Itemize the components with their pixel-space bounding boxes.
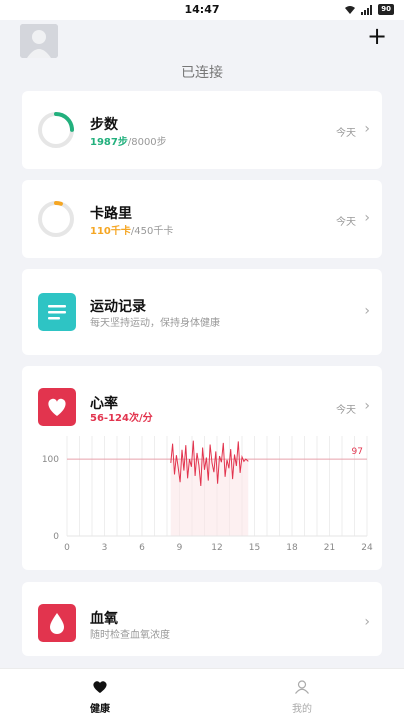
exercise-card[interactable]: 运动记录 每天坚持运动，保持身体健康 › bbox=[22, 269, 382, 355]
nav-label-mine: 我的 bbox=[292, 704, 312, 715]
x-tick-label: 6 bbox=[139, 543, 145, 553]
steps-current: 1987步 bbox=[90, 137, 128, 148]
blood-oxygen-title: 血氧 bbox=[90, 611, 118, 627]
y-tick-label: 0 bbox=[53, 532, 59, 542]
status-bar: 14:47 90 bbox=[0, 0, 404, 20]
avatar[interactable] bbox=[20, 24, 58, 58]
exercise-subtitle: 每天坚持运动，保持身体健康 bbox=[90, 318, 220, 329]
blood-oxygen-card[interactable]: 血氧 随时检查血氧浓度 › bbox=[22, 582, 382, 656]
calories-value: 110千卡/450千卡 bbox=[90, 222, 173, 237]
x-tick-label: 0 bbox=[64, 543, 70, 553]
steps-goal: /8000步 bbox=[127, 137, 167, 148]
x-tick-label: 18 bbox=[286, 543, 298, 553]
nav-tab-mine[interactable]: 我的 bbox=[262, 679, 342, 715]
calories-title: 卡路里 bbox=[90, 206, 132, 222]
chevron-right-icon: › bbox=[364, 398, 370, 414]
battery-icon: 90 bbox=[378, 4, 394, 15]
chevron-right-icon: › bbox=[364, 121, 370, 137]
heart-icon bbox=[93, 681, 107, 693]
y-tick-label: 100 bbox=[42, 455, 59, 465]
user-silhouette-icon bbox=[20, 24, 58, 58]
chevron-right-icon: › bbox=[364, 210, 370, 226]
x-tick-label: 3 bbox=[102, 543, 108, 553]
calories-period: 今天 bbox=[336, 217, 356, 228]
exercise-list-icon bbox=[38, 293, 76, 331]
calories-goal: /450千卡 bbox=[130, 226, 174, 237]
add-device-button[interactable]: + bbox=[366, 24, 388, 48]
heart-rate-card[interactable]: 心率 56-124次/分 今天 › 0 100 0 3 6 9 12 15 18 21 24 97 bbox=[22, 366, 382, 570]
steps-period: 今天 bbox=[336, 128, 356, 139]
chevron-right-icon: › bbox=[364, 614, 370, 630]
user-icon bbox=[295, 680, 309, 694]
blood-drop-icon bbox=[38, 604, 76, 642]
signal-icon bbox=[361, 4, 373, 15]
nav-label-health: 健康 bbox=[90, 704, 110, 715]
steps-progress-ring bbox=[38, 112, 74, 148]
wifi-icon bbox=[345, 5, 356, 14]
calories-progress-ring bbox=[38, 201, 74, 237]
data-area bbox=[170, 459, 249, 536]
connection-status: 已连接 bbox=[181, 65, 223, 81]
blood-oxygen-subtitle: 随时检查血氧浓度 bbox=[90, 630, 170, 641]
steps-card[interactable]: 步数 1987步/8000步 今天 › bbox=[22, 91, 382, 169]
x-tick-label: 12 bbox=[211, 543, 222, 553]
heart-icon bbox=[38, 388, 76, 426]
heart-rate-period: 今天 bbox=[336, 405, 356, 416]
status-icons: 90 bbox=[344, 4, 394, 15]
nav-tab-health[interactable]: 健康 bbox=[60, 679, 140, 715]
x-tick-label: 21 bbox=[324, 543, 335, 553]
x-tick-label: 15 bbox=[249, 543, 260, 553]
heart-rate-range: 56-124次/分 bbox=[90, 413, 153, 424]
bottom-nav: 健康 我的 bbox=[0, 668, 404, 720]
steps-title: 步数 bbox=[90, 117, 118, 133]
chevron-right-icon: › bbox=[364, 303, 370, 319]
x-tick-label: 24 bbox=[361, 543, 373, 553]
last-value-label: 97 bbox=[352, 447, 363, 457]
calories-card[interactable]: 卡路里 110千卡/450千卡 今天 › bbox=[22, 180, 382, 258]
steps-value: 1987步/8000步 bbox=[90, 133, 167, 148]
x-tick-label: 9 bbox=[177, 543, 183, 553]
calories-current: 110千卡 bbox=[90, 226, 131, 237]
header: + 已连接 bbox=[0, 20, 404, 90]
heart-rate-chart: 0 100 0 3 6 9 12 15 18 21 24 97 bbox=[42, 436, 373, 553]
exercise-title: 运动记录 bbox=[90, 299, 146, 315]
